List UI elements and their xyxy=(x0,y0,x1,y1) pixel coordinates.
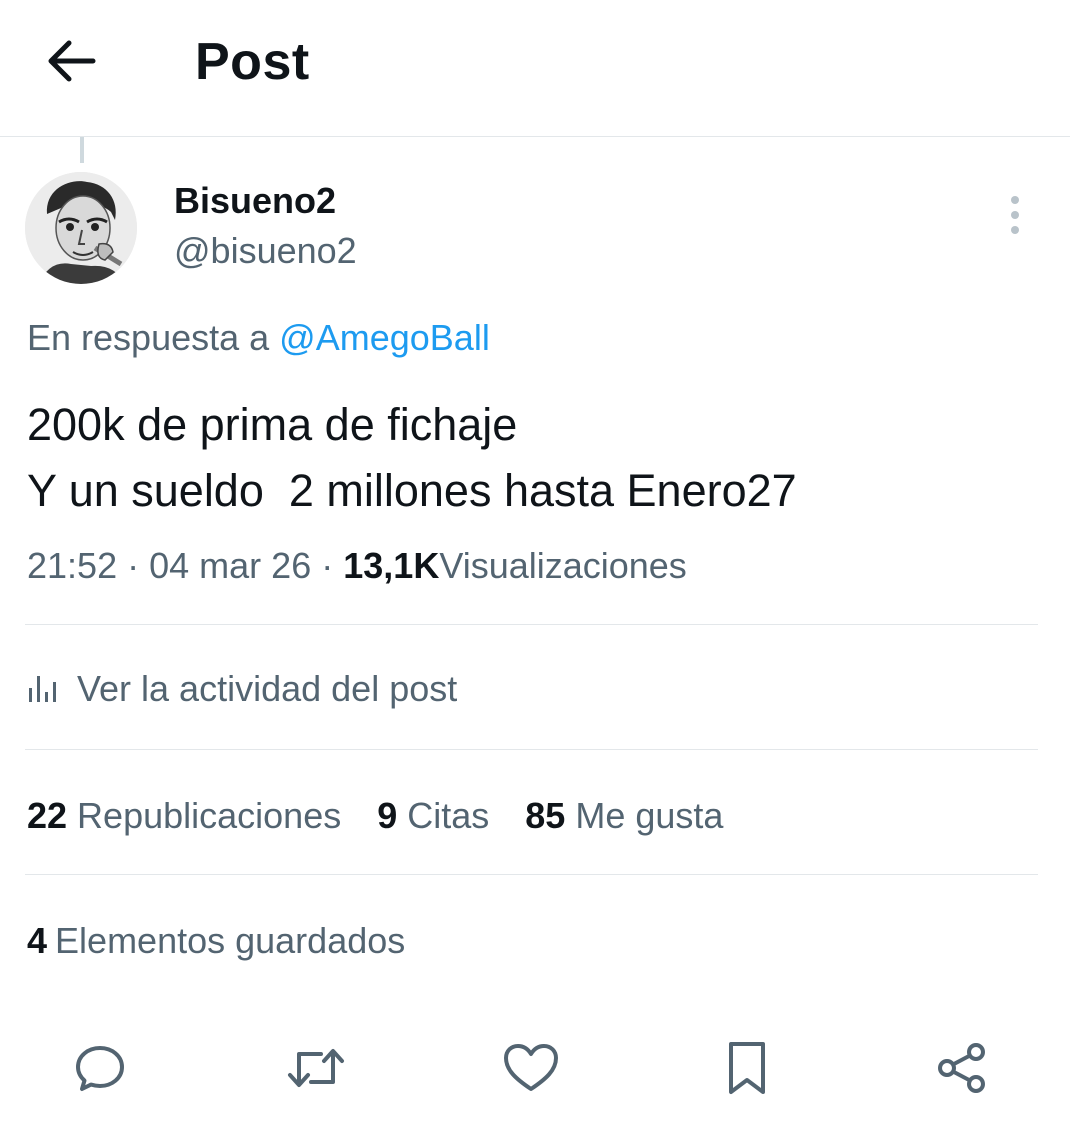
avatar-image xyxy=(25,172,137,284)
likes-stat[interactable]: 85 Me gusta xyxy=(525,792,723,840)
bookmark-button[interactable] xyxy=(715,1036,779,1100)
analytics-bars-icon xyxy=(29,676,56,702)
bookmarks-count: 4 xyxy=(27,920,48,961)
arrow-left-icon xyxy=(48,40,96,82)
post-text: 200k de prima de fichaje Y un sueldo 2 m… xyxy=(27,392,797,524)
engagement-stats: 22 Republicaciones 9 Citas 85 Me gusta xyxy=(27,792,759,840)
reply-target-link[interactable]: @AmegoBall xyxy=(279,317,490,358)
bookmark-icon xyxy=(729,1042,765,1094)
like-button[interactable] xyxy=(499,1036,563,1100)
repost-icon xyxy=(288,1049,344,1087)
likes-count: 85 xyxy=(525,795,566,836)
post-meta: 21:52 · 04 mar 26 · 13,1KVisualizaciones xyxy=(27,543,687,589)
repost-button[interactable] xyxy=(284,1036,348,1100)
reposts-count: 22 xyxy=(27,795,68,836)
quotes-count: 9 xyxy=(377,795,398,836)
more-vertical-icon xyxy=(1011,196,1019,234)
views-count: 13,1K xyxy=(343,545,440,586)
thread-connector-line xyxy=(80,137,84,163)
post-time[interactable]: 21:52 xyxy=(27,545,117,586)
reposts-label: Republicaciones xyxy=(77,795,342,836)
reposts-stat[interactable]: 22 Republicaciones xyxy=(27,792,341,840)
meta-separator: · xyxy=(321,545,334,586)
author-display-name[interactable]: Bisueno2 xyxy=(174,180,336,222)
likes-label: Me gusta xyxy=(575,795,724,836)
share-icon xyxy=(938,1043,985,1093)
bookmarks-label: Elementos guardados xyxy=(55,920,406,961)
bookmarks-stat[interactable]: 4 Elementos guardados xyxy=(27,917,405,965)
post-date[interactable]: 04 mar 26 xyxy=(149,545,311,586)
more-options-button[interactable] xyxy=(992,192,1038,238)
post-activity-link[interactable]: Ver la actividad del post xyxy=(27,665,457,713)
reply-button[interactable] xyxy=(68,1036,132,1100)
quotes-stat[interactable]: 9 Citas xyxy=(377,792,489,840)
like-icon xyxy=(504,1044,558,1091)
top-bar: Post xyxy=(0,0,1070,136)
views-label: Visualizaciones xyxy=(439,545,687,586)
reply-context: En respuesta a @AmegoBall xyxy=(27,316,490,360)
post-activity-label: Ver la actividad del post xyxy=(77,668,458,709)
reply-prefix: En respuesta a xyxy=(27,317,270,358)
divider xyxy=(25,624,1038,625)
post-text-line: 200k de prima de fichaje xyxy=(27,399,518,450)
share-button[interactable] xyxy=(930,1036,994,1100)
author-handle[interactable]: @bisueno2 xyxy=(174,230,357,272)
reply-icon xyxy=(76,1046,124,1091)
post-text-line: Y un sueldo 2 millones hasta Enero27 xyxy=(27,465,797,516)
quotes-label: Citas xyxy=(407,795,490,836)
divider xyxy=(25,749,1038,750)
header-divider xyxy=(0,136,1070,137)
divider xyxy=(25,874,1038,875)
meta-separator: · xyxy=(127,545,140,586)
page-title: Post xyxy=(195,33,310,91)
avatar[interactable] xyxy=(25,172,137,284)
back-button[interactable] xyxy=(40,30,102,92)
